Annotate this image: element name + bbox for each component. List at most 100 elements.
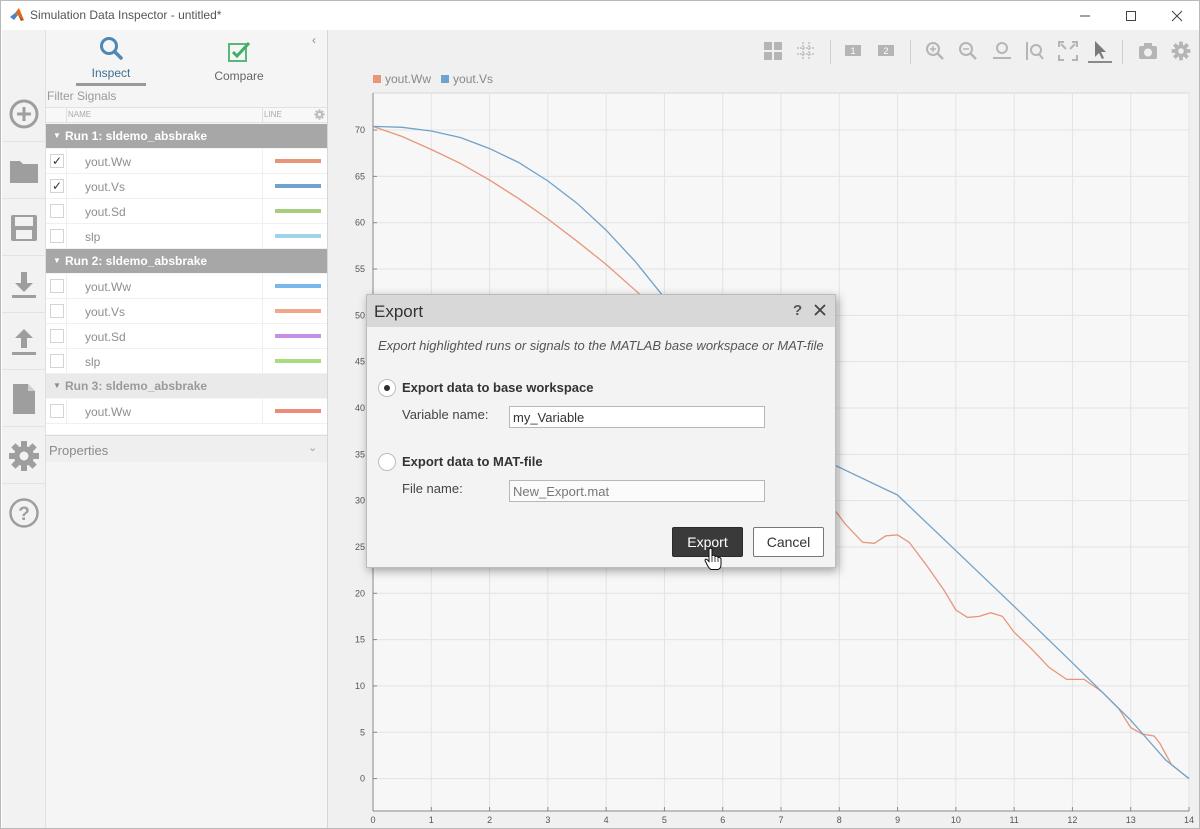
file-name-input[interactable] [509, 480, 765, 502]
matfile-radio[interactable] [378, 453, 396, 471]
x-tick-label: 13 [1126, 815, 1136, 825]
y-tick-label: 60 [355, 218, 365, 228]
signal-row[interactable]: ✓ yout.Vs [46, 174, 327, 199]
x-tick-label: 5 [662, 815, 667, 825]
y-tick-label: 40 [355, 403, 365, 413]
signal-checkbox[interactable] [50, 279, 64, 293]
workspace-option-label[interactable]: Export data to base workspace [402, 380, 593, 395]
maximize-button[interactable] [1108, 1, 1154, 30]
y-tick-label: 10 [355, 681, 365, 691]
signal-checkbox[interactable] [50, 229, 64, 243]
signal-row[interactable]: yout.Sd [46, 199, 327, 224]
signal-checkbox[interactable] [50, 354, 64, 368]
gear-icon [9, 440, 39, 471]
x-tick-label: 10 [951, 815, 961, 825]
close-icon[interactable] [813, 303, 827, 317]
x-tick-label: 11 [1009, 815, 1018, 825]
collapse-panel-icon[interactable]: ‹ [312, 33, 316, 47]
settings-button[interactable] [2, 428, 46, 484]
line-color-swatch[interactable] [275, 284, 321, 288]
signals-panel: Inspect Compare ‹ Filter Signals NAME LI… [46, 30, 328, 828]
run-1-header[interactable]: ▼ Run 1: sldemo_absbrake [46, 124, 327, 148]
x-tick-label: 0 [370, 815, 375, 825]
signal-checkbox[interactable] [50, 404, 64, 418]
chevron-down-icon[interactable]: ⌄ [308, 441, 317, 454]
report-button[interactable] [2, 371, 46, 427]
export-button-rail[interactable] [2, 314, 46, 370]
x-tick-label: 9 [895, 815, 900, 825]
line-color-swatch[interactable] [275, 309, 321, 313]
signal-checkbox[interactable] [50, 304, 64, 318]
x-tick-label: 14 [1184, 815, 1194, 825]
signal-row[interactable]: yout.Ww [46, 274, 327, 299]
title-bar: Simulation Data Inspector - untitled* [1, 1, 1199, 30]
signal-checkbox[interactable]: ✓ [50, 179, 64, 193]
line-color-swatch[interactable] [275, 209, 321, 213]
svg-text:?: ? [18, 504, 30, 525]
close-window-button[interactable] [1154, 1, 1200, 30]
line-color-swatch[interactable] [275, 359, 321, 363]
expand-caret-icon[interactable]: ▼ [53, 131, 61, 140]
signal-row[interactable]: yout.Ww [46, 399, 327, 424]
y-tick-label: 35 [355, 449, 365, 459]
open-button[interactable] [2, 143, 46, 199]
signal-name: yout.Ww [85, 155, 132, 169]
signal-row[interactable]: yout.Sd [46, 324, 327, 349]
expand-caret-icon[interactable]: ▼ [53, 381, 61, 390]
matfile-option-label[interactable]: Export data to MAT-file [402, 454, 543, 469]
run-3-header[interactable]: ▼ Run 3: sldemo_absbrake [46, 374, 327, 398]
signal-checkbox[interactable] [50, 329, 64, 343]
y-tick-label: 45 [355, 357, 365, 367]
line-color-swatch[interactable] [275, 159, 321, 163]
app-window: Simulation Data Inspector - untitled* ? … [0, 0, 1200, 829]
run-2-label: Run 2: sldemo_absbrake [65, 254, 208, 268]
line-color-swatch[interactable] [275, 334, 321, 338]
signal-name: yout.Vs [85, 180, 126, 194]
search-icon [100, 37, 123, 60]
y-tick-label: 20 [355, 588, 365, 598]
signal-row[interactable]: yout.Vs [46, 299, 327, 324]
y-tick-label: 70 [355, 125, 365, 135]
line-color-swatch[interactable] [275, 184, 321, 188]
help-icon[interactable]: ? [793, 302, 802, 319]
folder-icon [10, 160, 38, 183]
tab-inspect[interactable]: Inspect [76, 30, 146, 86]
expand-caret-icon[interactable]: ▼ [53, 256, 61, 265]
signal-checkbox[interactable]: ✓ [50, 154, 64, 168]
minimize-button[interactable] [1062, 1, 1108, 30]
signal-name: yout.Ww [85, 405, 132, 419]
checkmark-icon [228, 41, 251, 62]
line-color-swatch[interactable] [275, 409, 321, 413]
import-button[interactable] [2, 257, 46, 313]
properties-header[interactable]: Properties ⌄ [46, 435, 327, 462]
x-tick-label: 3 [545, 815, 550, 825]
signal-name: yout.Sd [85, 205, 126, 219]
x-tick-label: 4 [604, 815, 609, 825]
line-color-swatch[interactable] [275, 234, 321, 238]
filter-signals-input[interactable]: Filter Signals [47, 89, 327, 106]
save-button[interactable] [2, 200, 46, 256]
signal-row[interactable]: slp [46, 224, 327, 249]
workspace-radio[interactable] [378, 379, 396, 397]
signal-table-header: NAME LINE [46, 107, 327, 123]
x-tick-label: 7 [778, 815, 783, 825]
y-tick-label: 5 [360, 727, 365, 737]
run-2-header[interactable]: ▼ Run 2: sldemo_absbrake [46, 249, 327, 273]
x-tick-label: 6 [720, 815, 725, 825]
cancel-button[interactable]: Cancel [753, 527, 824, 557]
signal-checkbox[interactable] [50, 204, 64, 218]
signal-row[interactable]: ✓ yout.Ww [46, 149, 327, 174]
help-button[interactable]: ? [2, 485, 46, 541]
column-line-header[interactable]: LINE [264, 110, 282, 119]
signal-row[interactable]: slp [46, 349, 327, 374]
column-name-header[interactable]: NAME [68, 110, 91, 119]
new-session-button[interactable] [2, 86, 46, 142]
x-tick-label: 8 [837, 815, 842, 825]
tab-compare[interactable]: Compare [206, 30, 272, 86]
column-settings-icon[interactable] [314, 109, 325, 120]
signal-name: slp [85, 355, 101, 369]
dialog-title: Export [374, 302, 424, 321]
save-icon [11, 214, 37, 241]
y-tick-label: 55 [355, 264, 365, 274]
variable-name-input[interactable] [509, 406, 765, 428]
